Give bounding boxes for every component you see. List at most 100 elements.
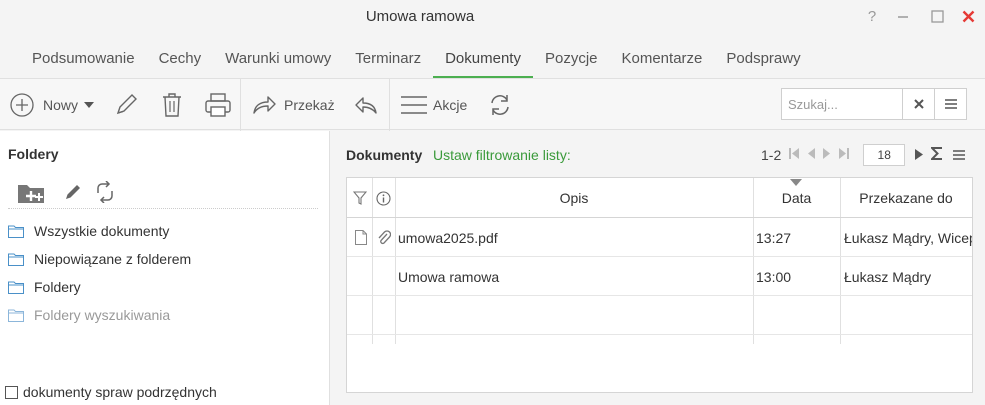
help-button[interactable]: ? [860, 4, 884, 28]
tab-cechy[interactable]: Cechy [147, 40, 214, 78]
file-icon [351, 218, 371, 257]
cell-przekazane: Łukasz Mądry [844, 268, 932, 285]
prev-page-icon [808, 148, 816, 159]
pager-range: 1-2 [761, 147, 782, 163]
folders-title: Foldery [8, 146, 59, 162]
folder-item-label: Foldery wyszukiwania [34, 307, 171, 323]
table-row[interactable]: Umowa ramowa 13:00 Łukasz Mądry [347, 257, 972, 296]
folder-icon [8, 281, 24, 294]
print-button[interactable] [204, 79, 232, 131]
search-input[interactable] [782, 89, 902, 119]
sigma-icon [929, 147, 943, 160]
toolbar: Nowy Przekaż Akcje [0, 78, 985, 131]
grid-menu-button[interactable] [953, 147, 966, 163]
clear-icon [913, 99, 924, 109]
sum-button[interactable] [929, 147, 943, 163]
title-bar: Umowa ramowa ? [0, 0, 985, 34]
next-page-icon [823, 148, 831, 159]
forward-button[interactable]: Przekaż [252, 79, 335, 131]
hamburger-icon [953, 150, 966, 160]
pencil-icon [116, 94, 137, 115]
folder-item-all[interactable]: Wszystkie dokumenty [8, 217, 191, 245]
add-folder-icon [18, 185, 44, 203]
table-row-empty [347, 296, 972, 335]
sync-folders-button[interactable] [95, 180, 115, 206]
documents-title: Dokumenty [346, 147, 423, 163]
maximize-icon [930, 9, 944, 23]
tab-pozycje[interactable]: Pozycje [533, 40, 610, 78]
folder-icon [8, 225, 24, 238]
forward-arrow-icon [253, 96, 276, 114]
next-page-button[interactable] [823, 148, 831, 162]
close-icon [962, 10, 974, 22]
search-options-button[interactable] [934, 89, 966, 119]
first-page-icon [789, 148, 800, 159]
folder-item-label: Niepowiązane z folderem [34, 251, 192, 267]
actions-button-label: Akcje [433, 97, 468, 113]
hamburger-icon [944, 99, 957, 109]
last-page-icon [839, 148, 850, 159]
search-box [781, 88, 967, 120]
tab-bar: Podsumowanie Cechy Warunki umowy Termina… [0, 40, 813, 78]
tab-podsprawy[interactable]: Podsprawy [714, 40, 812, 78]
maximize-button[interactable] [925, 4, 949, 28]
chevron-down-icon [84, 102, 95, 108]
folder-item-search-folders[interactable]: Foldery wyszukiwania [8, 301, 191, 329]
refresh-button[interactable] [488, 79, 512, 131]
reply-arrow-icon [355, 97, 377, 114]
menu-lines-icon [401, 96, 427, 114]
last-page-button[interactable] [839, 148, 850, 162]
tab-terminarz[interactable]: Terminarz [343, 40, 433, 78]
folder-item-folders[interactable]: Foldery [8, 273, 191, 301]
folder-list: Wszystkie dokumenty Niepowiązane z folde… [8, 217, 191, 329]
cell-opis: Umowa ramowa [398, 268, 500, 285]
edit-button[interactable] [113, 79, 139, 131]
new-button-label: Nowy [43, 97, 79, 113]
actions-button[interactable]: Akcje [400, 79, 467, 131]
new-button[interactable]: Nowy [10, 79, 95, 131]
tab-podsumowanie[interactable]: Podsumowanie [20, 40, 147, 78]
filter-link[interactable]: Ustaw filtrowanie listy: [433, 147, 571, 163]
prev-page-button[interactable] [807, 148, 816, 162]
page-size-next-button[interactable] [915, 147, 924, 163]
column-opis[interactable]: Opis [395, 178, 753, 218]
rename-folder-button[interactable] [63, 182, 83, 205]
pager: 1-2 18 [761, 143, 966, 167]
documents-grid: Opis Data Przekazane do umowa2025.pdf 13… [346, 177, 973, 393]
subcases-checkbox[interactable] [5, 385, 18, 399]
tab-komentarze[interactable]: Komentarze [610, 40, 715, 78]
clear-search-button[interactable] [902, 89, 934, 119]
filter-column-button[interactable] [347, 178, 372, 218]
toolbar-separator [240, 79, 241, 131]
column-przekazane[interactable]: Przekazane do [840, 178, 972, 218]
cell-przekazane: Łukasz Mądry, Wicep [844, 229, 972, 246]
subcases-checkbox-label: dokumenty spraw podrzędnych [23, 384, 217, 400]
delete-button[interactable] [160, 79, 184, 131]
page-size-input[interactable]: 18 [863, 144, 906, 166]
folder-tools [8, 175, 318, 209]
documents-panel: Dokumenty Ustaw filtrowanie listy: 1-2 1… [331, 131, 985, 405]
cell-data: 13:00 [756, 268, 792, 285]
folders-panel: Foldery Wszystkie dokumenty Niepowiązane… [0, 131, 330, 405]
info-column-button[interactable] [372, 178, 395, 218]
table-row[interactable]: umowa2025.pdf 13:27 Łukasz Mądry, Wicep [347, 218, 972, 257]
minimize-button[interactable] [891, 4, 915, 28]
cell-data: 13:27 [756, 229, 792, 246]
forward-button-label: Przekaż [284, 97, 335, 113]
reply-button[interactable] [354, 79, 378, 131]
close-button[interactable] [956, 4, 980, 28]
subcases-checkbox-row[interactable]: dokumenty spraw podrzędnych [5, 384, 217, 400]
cell-opis: umowa2025.pdf [398, 229, 498, 246]
minimize-icon [898, 16, 908, 18]
pencil-icon [66, 185, 80, 199]
column-data[interactable]: Data [753, 178, 840, 218]
info-icon [376, 190, 391, 206]
tab-warunki-umowy[interactable]: Warunki umowy [213, 40, 343, 78]
sort-desc-icon [790, 179, 802, 186]
attachment-icon [374, 218, 394, 257]
folder-item-unassigned[interactable]: Niepowiązane z folderem [8, 245, 191, 273]
add-folder-button[interactable] [17, 181, 47, 208]
play-icon [915, 149, 924, 160]
tab-dokumenty[interactable]: Dokumenty [433, 40, 533, 78]
first-page-button[interactable] [789, 148, 800, 162]
